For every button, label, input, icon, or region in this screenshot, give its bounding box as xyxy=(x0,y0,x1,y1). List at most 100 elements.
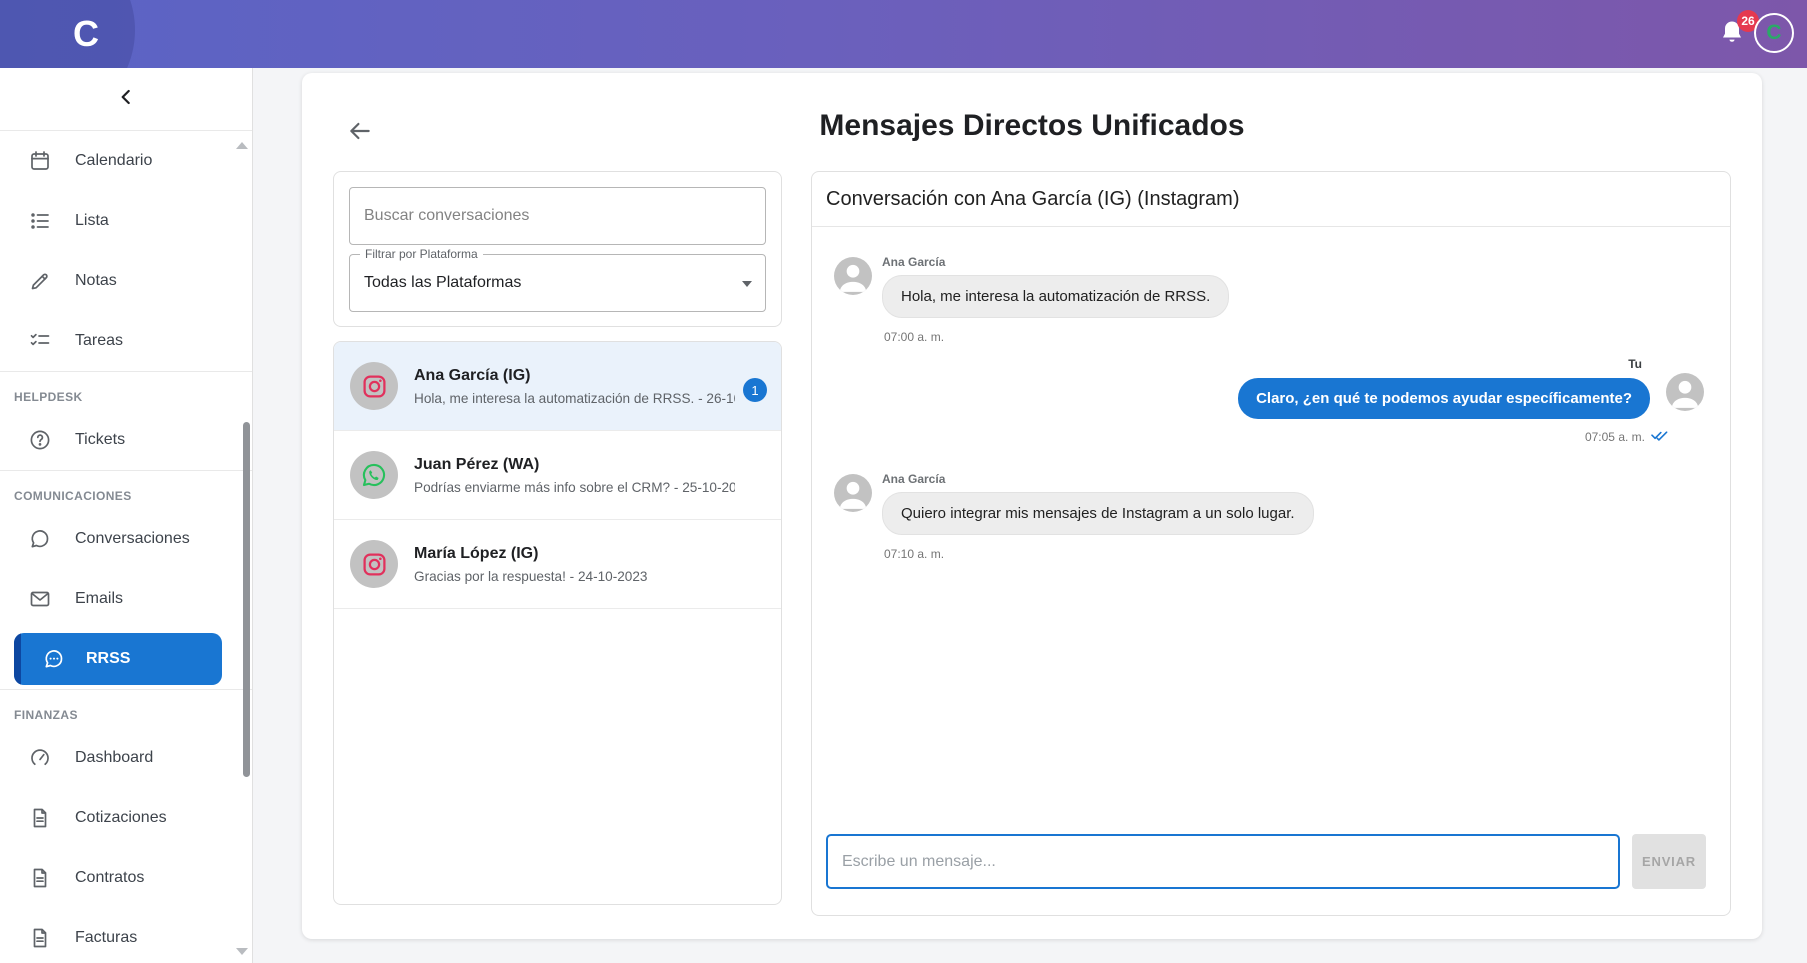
chat-dots-icon xyxy=(42,647,66,671)
conversation-row-ana-garcia-ig[interactable]: Ana García (IG) Hola, me interesa la auto… xyxy=(334,342,781,431)
sidebar-item-label: Tareas xyxy=(75,332,123,350)
message-timestamp: 07:00 a. m. xyxy=(884,330,1229,344)
message-bubble: Hola, me interesa la automatización de R… xyxy=(882,275,1229,318)
chevron-left-icon xyxy=(114,85,138,114)
conversation-name: Ana García (IG) xyxy=(414,367,735,385)
message-incoming: Ana GarcíaHola, me interesa la automatiz… xyxy=(834,255,1706,344)
sidebar-collapse-row xyxy=(0,68,252,130)
sidebar-item-label: Emails xyxy=(75,590,123,608)
platform-filter-label: Filtrar por Plataforma xyxy=(360,247,483,261)
sidebar-item-emails[interactable]: Emails xyxy=(0,569,252,629)
mail-icon xyxy=(28,587,52,611)
message-content: Ana García Quiero integrar mis mensajes d… xyxy=(882,472,1314,561)
sidebar-section-header-helpdesk: HELPDESK xyxy=(0,372,252,410)
sidebar-item-label: Dashboard xyxy=(75,749,153,767)
person-avatar-icon xyxy=(834,257,872,295)
sidebar-nav: Calendario Lista Notas Tareas HELPDESK Ticket… xyxy=(0,131,252,963)
person-avatar-icon xyxy=(834,474,872,512)
message-bubble: Claro, ¿en qué te podemos ayudar específ… xyxy=(1238,378,1650,419)
list-icon xyxy=(28,209,52,233)
sidebar-item-rrss[interactable]: RRSS xyxy=(14,633,222,685)
sidebar-item-label: RRSS xyxy=(86,650,130,668)
sidebar-scroll-down-arrow[interactable] xyxy=(236,948,248,955)
conversation-name: María López (IG) xyxy=(414,545,735,563)
sidebar-item-label: Facturas xyxy=(75,929,137,947)
message-content: Ana GarcíaHola, me interesa la automatiz… xyxy=(882,255,1229,344)
sidebar-item-lista[interactable]: Lista xyxy=(0,191,252,251)
help-icon xyxy=(28,428,52,452)
collapse-sidebar-button[interactable] xyxy=(108,81,144,117)
conversation-preview: Hola, me interesa la automatización de R… xyxy=(414,391,735,406)
page-title: Mensajes Directos Unificados xyxy=(302,109,1762,143)
message-bubble: Quiero integrar mis mensajes de Instagra… xyxy=(882,492,1314,535)
message-input[interactable] xyxy=(826,834,1620,889)
sidebar-item-tickets[interactable]: Tickets xyxy=(0,410,252,470)
pencil-icon xyxy=(28,269,52,293)
document-icon xyxy=(28,806,52,830)
sidebar-item-dashboard[interactable]: Dashboard xyxy=(0,728,252,788)
sidebar-item-cotizaciones[interactable]: Cotizaciones xyxy=(0,788,252,848)
conversation-row-maria-lopez-ig[interactable]: María López (IG) Gracias por la respuesta… xyxy=(334,520,781,609)
bell-icon xyxy=(1717,35,1747,52)
sidebar-section-header-finanzas: FINANZAS xyxy=(0,690,252,728)
sidebar-item-contratos[interactable]: Contratos xyxy=(0,848,252,908)
message-sender: Ana García xyxy=(882,472,1314,486)
sidebar-item-label: Tickets xyxy=(75,431,125,449)
sidebar-item-label: Lista xyxy=(75,212,109,230)
chevron-down-icon xyxy=(742,281,752,287)
platform-filter-value: Todas las Plataformas xyxy=(364,274,521,292)
chat-panel: Conversación con Ana García (IG) (Instag… xyxy=(811,171,1731,916)
notifications-button[interactable]: 26 xyxy=(1717,18,1751,52)
top-app-bar: C 26 C xyxy=(0,0,1807,68)
chat-header: Conversación con Ana García (IG) (Instag… xyxy=(825,188,1706,226)
sidebar-scrollbar-thumb[interactable] xyxy=(243,422,250,777)
message-timestamp: 07:10 a. m. xyxy=(884,547,1314,561)
instagram-avatar-icon xyxy=(350,540,398,588)
sidebar-item-tareas[interactable]: Tareas xyxy=(0,311,252,371)
app-logo: C xyxy=(73,14,101,54)
platform-filter-select[interactable]: Filtrar por Plataforma Todas las Platafo… xyxy=(349,254,766,312)
logo-letter: C xyxy=(73,13,101,54)
document-icon xyxy=(28,926,52,950)
message-sender: Tu xyxy=(1628,357,1642,371)
sidebar-item-label: Contratos xyxy=(75,869,144,887)
chat-input-row: ENVIAR xyxy=(825,834,1706,889)
conversation-row-juan-perez-wa[interactable]: Juan Pérez (WA)Podrías enviarme más info… xyxy=(334,431,781,520)
double-check-icon xyxy=(1651,428,1668,446)
sidebar-item-notas[interactable]: Notas xyxy=(0,251,252,311)
search-input[interactable] xyxy=(349,187,766,245)
person-avatar-icon xyxy=(1666,373,1704,411)
document-icon xyxy=(28,866,52,890)
sidebar-section-header-comunicaciones: COMUNICACIONES xyxy=(0,471,252,509)
message-timestamp: 07:05 a. m. xyxy=(1585,430,1645,444)
search-filter-panel: Filtrar por Plataforma Todas las Platafo… xyxy=(333,171,782,327)
sidebar-item-calendario[interactable]: Calendario xyxy=(0,131,252,191)
sidebar-item-facturas[interactable]: Facturas xyxy=(0,908,252,963)
conversation-texts: Juan Pérez (WA)Podrías enviarme más info… xyxy=(414,456,765,495)
instagram-avatar-icon xyxy=(350,362,398,410)
message-incoming: Ana García Quiero integrar mis mensajes d… xyxy=(834,472,1706,561)
timestamp-row: 07:05 a. m. xyxy=(1585,428,1668,446)
conversation-preview: Gracias por la respuesta! - 24-10-2023 xyxy=(414,569,735,584)
sidebar-scroll-up-arrow[interactable] xyxy=(236,142,248,149)
avatar-letter: C xyxy=(1766,21,1781,45)
user-avatar[interactable]: C xyxy=(1754,13,1794,53)
conversation-texts: Ana García (IG) Hola, me interesa la auto… xyxy=(414,367,765,406)
sidebar-item-conversaciones[interactable]: Conversaciones xyxy=(0,509,252,569)
conversation-name: Juan Pérez (WA) xyxy=(414,456,735,474)
conversation-list: Ana García (IG) Hola, me interesa la auto… xyxy=(333,341,782,905)
whatsapp-avatar-icon xyxy=(350,451,398,499)
sidebar: Calendario Lista Notas Tareas HELPDESK Ticket… xyxy=(0,68,253,963)
checklist-icon xyxy=(28,329,52,353)
send-button[interactable]: ENVIAR xyxy=(1632,834,1706,889)
calendar-icon xyxy=(28,149,52,173)
chat-icon xyxy=(28,527,52,551)
sidebar-item-label: Conversaciones xyxy=(75,530,190,548)
sidebar-item-label: Calendario xyxy=(75,152,152,170)
conversation-texts: María López (IG) Gracias por la respuesta… xyxy=(414,545,765,584)
message-outgoing: Tu Claro, ¿en qué te podemos ayudar espec… xyxy=(834,357,1706,446)
sidebar-item-label: Notas xyxy=(75,272,117,290)
gauge-icon xyxy=(28,746,52,770)
sidebar-item-label: Cotizaciones xyxy=(75,809,167,827)
chat-messages-area: Ana García Hola, me interesa la automatiz… xyxy=(825,227,1706,824)
